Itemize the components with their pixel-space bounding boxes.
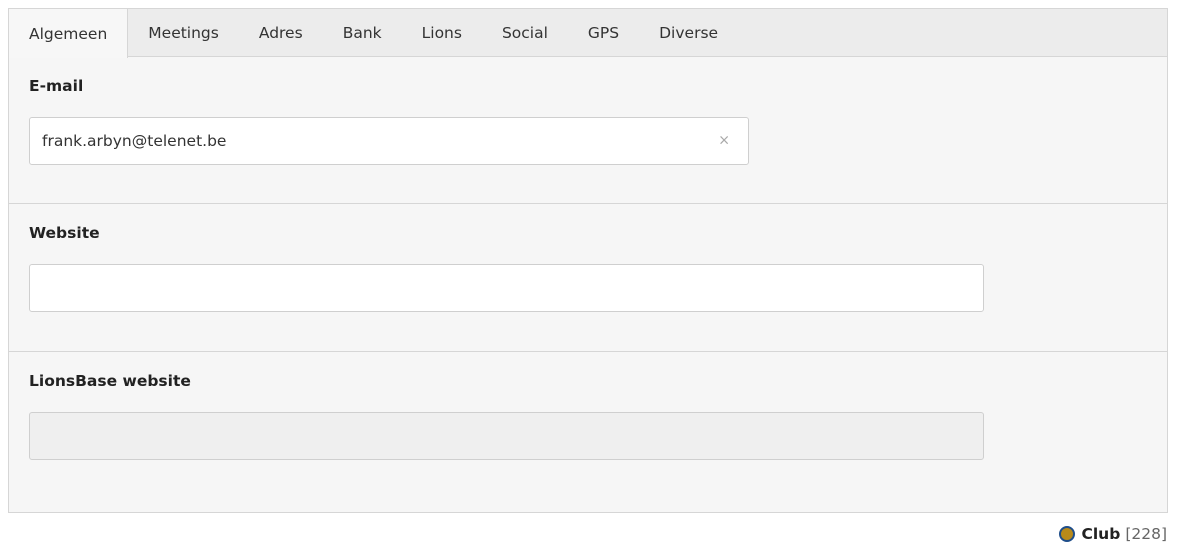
tab-adres[interactable]: Adres [239, 9, 323, 56]
lions-logo-icon [1059, 526, 1076, 542]
record-info: Club [228] [1059, 525, 1167, 543]
email-label: E-mail [29, 77, 84, 95]
tab-diverse[interactable]: Diverse [639, 9, 738, 56]
record-id: [228] [1125, 525, 1167, 543]
tab-panel: E-mail frank.arbyn@telenet.be × Website … [8, 56, 1168, 513]
tab-bank[interactable]: Bank [323, 9, 402, 56]
record-type: Club [1081, 525, 1121, 543]
lionsbase-section: LionsBase website [9, 352, 1167, 512]
lionsbase-label: LionsBase website [29, 372, 191, 390]
tab-bar: Algemeen Meetings Adres Bank Lions Socia… [8, 8, 1168, 58]
lionsbase-website-field [29, 412, 984, 460]
email-value[interactable]: frank.arbyn@telenet.be [42, 132, 226, 150]
website-field[interactable] [29, 264, 984, 312]
email-field[interactable]: frank.arbyn@telenet.be × [29, 117, 749, 165]
tab-lions[interactable]: Lions [402, 9, 482, 56]
clear-icon[interactable]: × [718, 133, 730, 149]
tab-gps[interactable]: GPS [568, 9, 639, 56]
form-container: Algemeen Meetings Adres Bank Lions Socia… [8, 8, 1168, 513]
website-section: Website [9, 204, 1167, 352]
tab-meetings[interactable]: Meetings [128, 9, 239, 56]
website-label: Website [29, 224, 100, 242]
email-section: E-mail frank.arbyn@telenet.be × [9, 57, 1167, 204]
tab-social[interactable]: Social [482, 9, 568, 56]
tab-algemeen[interactable]: Algemeen [9, 9, 129, 58]
